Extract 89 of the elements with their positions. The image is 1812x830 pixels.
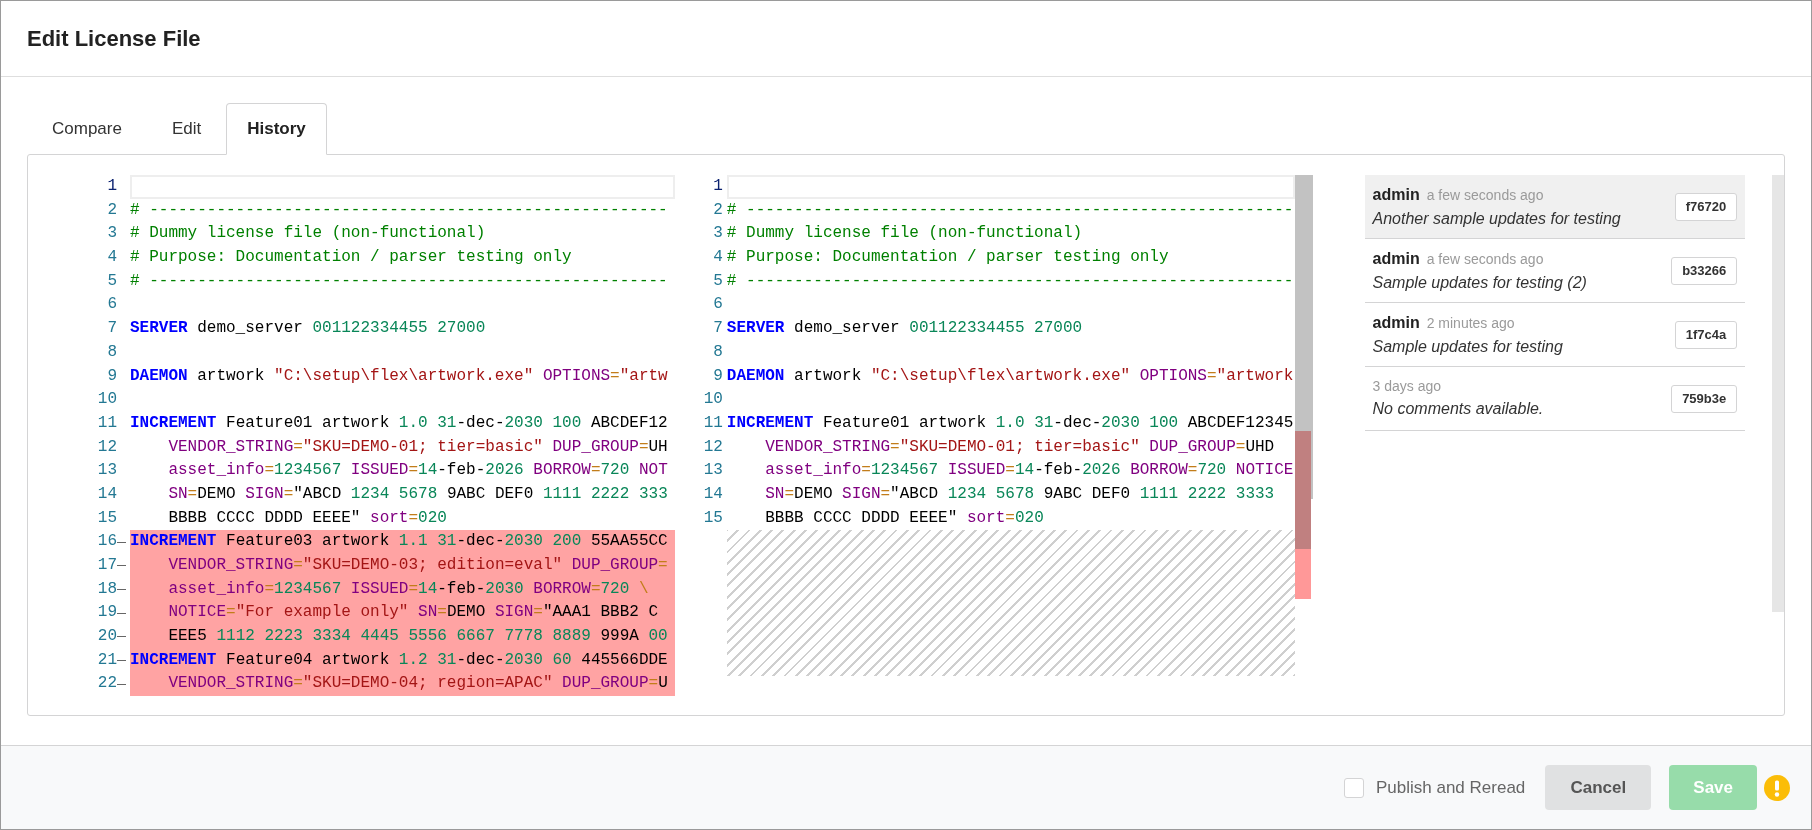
line-number: 13 (702, 460, 723, 482)
timestamp: a few seconds ago (1426, 185, 1544, 205)
code-line: INCREMENT Feature01 artwork 1.0 31-dec-2030 100 ABCDEF12345 (726, 412, 1295, 434)
revision-id[interactable]: b33266 (1671, 256, 1738, 285)
code-line: DAEMON artwork "C:\setup\flex\artwork.exe" OPTIONS="artwork (726, 365, 1295, 387)
code-line: # Purpose: Documentation / parser testing only (130, 247, 573, 269)
change-marker (117, 541, 126, 543)
line-number: 15 (702, 507, 723, 529)
line-number: 5 (106, 270, 117, 292)
line-number: 13 (96, 460, 117, 482)
code-line: BBBB CCCC DDDD EEEE" sort=020 (167, 507, 448, 529)
author-name: admin (1372, 248, 1420, 269)
code-line: asset_info=1234567 ISSUED=14-feb-2026 BORROW=720 NOTICE (764, 460, 1295, 482)
line-number: 3 (106, 223, 117, 245)
history-item[interactable]: admin a few seconds ago Another sample updates for testing f76720 (1364, 175, 1746, 239)
timestamp: 3 days ago (1372, 377, 1442, 396)
line-number: 8 (712, 341, 723, 363)
checkbox[interactable] (1343, 777, 1364, 798)
code-line: # ------------------------------------------------------ (130, 270, 669, 292)
revision-id[interactable]: 759b3e (1671, 384, 1738, 413)
change-marker (117, 612, 126, 614)
line-number: 20 (96, 626, 117, 648)
code-line: # Purpose: Documentation / parser testing only (726, 247, 1170, 269)
code-line: SN=DEMO SIGN="ABCD 1234 5678 9ABC DEF0 1111 2222 333 (167, 483, 669, 505)
line-number: 6 (106, 294, 117, 316)
timestamp: a few seconds ago (1426, 249, 1544, 269)
code-line: asset_info=1234567 ISSUED=14-feb-2026 BORROW=720 NOT (167, 460, 669, 482)
revision-id[interactable]: f76720 (1674, 192, 1738, 221)
commit-message: No comments available. (1372, 399, 1544, 419)
line-number: 11 (702, 412, 723, 434)
line-number: 19 (96, 602, 117, 624)
line-number: 16 (96, 531, 117, 553)
line-number: 9 (712, 365, 723, 387)
line-number: 4 (712, 247, 723, 269)
line-number: 14 (96, 483, 117, 505)
dialog-title: Edit License File (27, 25, 201, 53)
line-number: 9 (106, 365, 117, 387)
code-line: # --------------------------------------------------------- (726, 270, 1295, 292)
line-number: 14 (702, 483, 723, 505)
code-line: SERVER demo_server 001122334455 27000 (130, 318, 487, 340)
line-number: 1 (712, 176, 723, 197)
code-line: INCREMENT Feature01 artwork 1.0 31-dec-2030 100 ABCDEF12 (130, 412, 669, 434)
code-line: SERVER demo_server 001122334455 27000 (726, 318, 1084, 340)
line-number: 15 (96, 507, 117, 529)
change-marker (117, 683, 126, 685)
commit-message: Sample updates for testing (2) (1372, 272, 1587, 293)
change-marker (117, 589, 126, 591)
timestamp: 2 minutes ago (1426, 313, 1515, 333)
revision-id[interactable]: 1f7c4a (1674, 320, 1738, 349)
line-number: 6 (712, 294, 723, 316)
code-line: # ------------------------------------------------------ (130, 199, 669, 221)
line-number: 21 (96, 649, 117, 671)
line-number: 2 (106, 199, 117, 221)
code-line: VENDOR_STRING="SKU=DEMO-01; tier=basic" DUP_GROUP=UH (167, 436, 669, 458)
commit-message: Another sample updates for testing (1372, 208, 1621, 229)
line-number: 12 (702, 436, 723, 458)
line-number: 10 (702, 389, 723, 411)
tab[interactable]: Edit (146, 103, 227, 155)
line-number: 4 (106, 247, 117, 269)
author-name: admin (1372, 184, 1420, 205)
line-number: 7 (106, 318, 117, 340)
code-line: # --------------------------------------------------------- (726, 199, 1295, 221)
line-number: 22 (96, 673, 117, 695)
commit-message: Sample updates for testing (1372, 336, 1563, 357)
code-line: SN=DEMO SIGN="ABCD 1234 5678 9ABC DEF0 1111 2222 3333 (764, 483, 1276, 505)
change-marker (117, 660, 126, 662)
code-line: # Dummy license file (non-functional) (726, 223, 1084, 245)
line-number: 12 (96, 436, 117, 458)
change-marker (117, 636, 126, 638)
line-number: 2 (712, 199, 723, 221)
author-name: admin (1372, 312, 1420, 333)
line-number: 18 (96, 578, 117, 600)
line-number: 11 (96, 412, 117, 434)
line-number: 8 (106, 341, 117, 363)
tab[interactable]: Compare (27, 103, 147, 155)
code-line: VENDOR_STRING="SKU=DEMO-01; tier=basic" DUP_GROUP=UHD (764, 436, 1276, 458)
line-number: 1 (106, 176, 117, 197)
line-number: 7 (712, 318, 723, 340)
line-number: 5 (712, 270, 723, 292)
change-marker (117, 565, 126, 567)
line-number: 17 (96, 555, 117, 576)
tab[interactable]: History (226, 103, 327, 155)
code-line: # Dummy license file (non-functional) (130, 223, 487, 245)
code-line: DAEMON artwork "C:\setup\flex\artwork.exe" OPTIONS="artw (130, 365, 669, 387)
line-number: 3 (712, 223, 723, 245)
line-number: 10 (96, 389, 117, 411)
checkbox-label[interactable]: Publish and Reread (1375, 774, 1526, 801)
code-line: BBBB CCCC DDDD EEEE" sort=020 (764, 507, 1045, 529)
cancel-button[interactable]: Cancel (1545, 765, 1652, 810)
